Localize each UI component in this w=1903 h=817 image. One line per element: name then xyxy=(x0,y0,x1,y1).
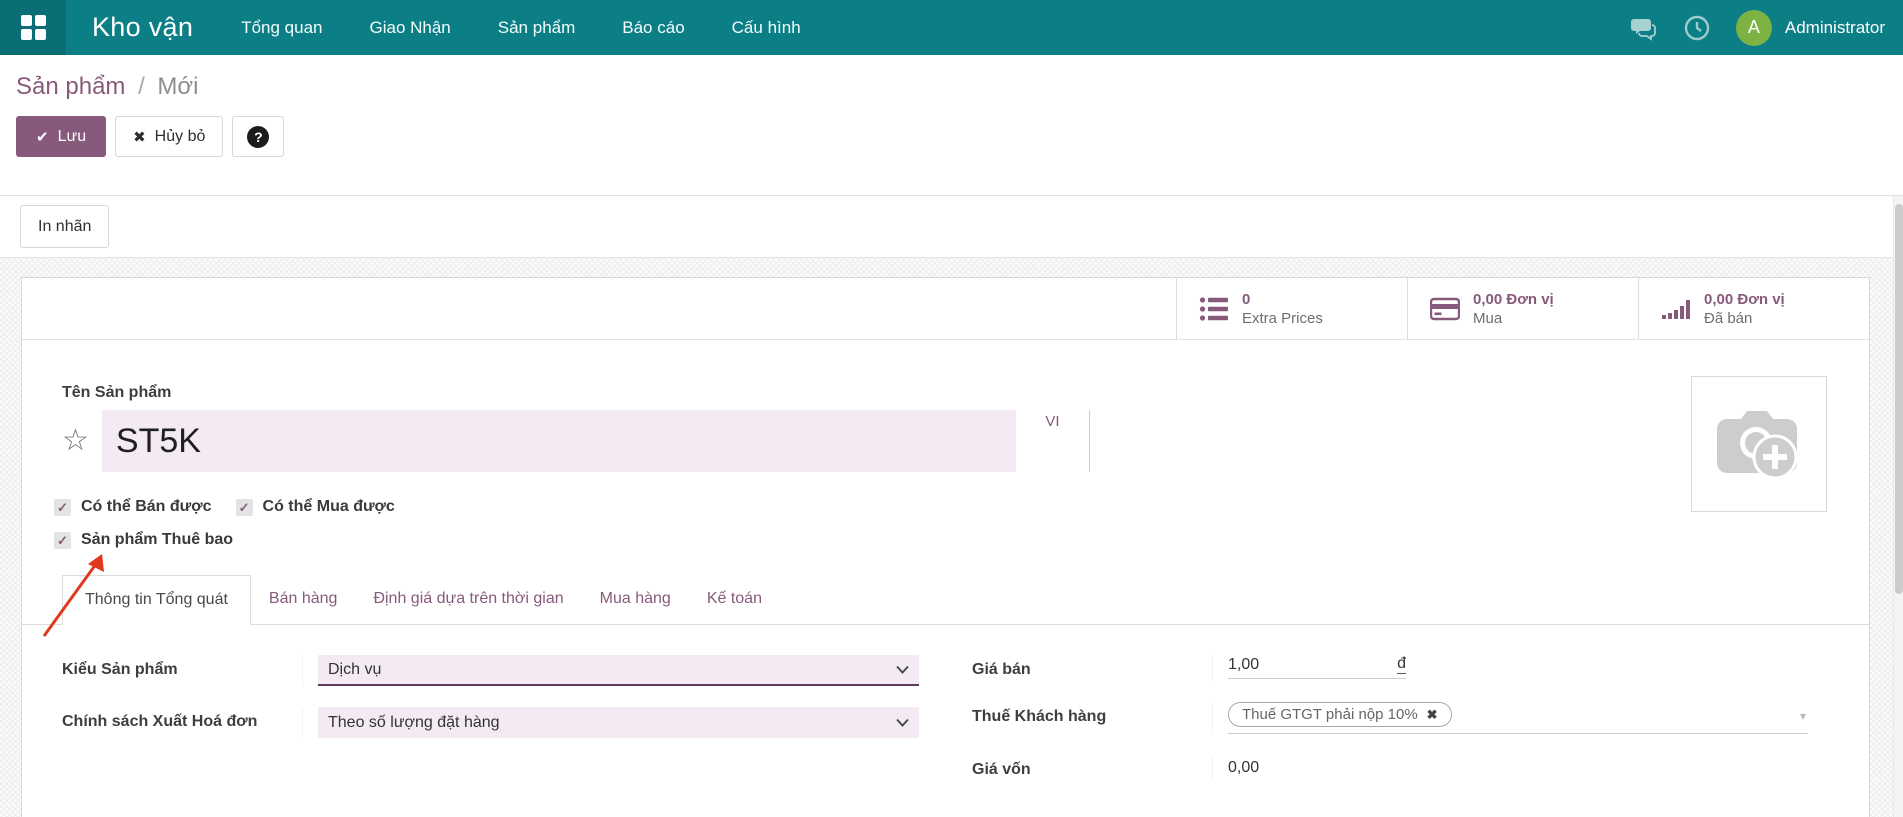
can-be-sold-label[interactable]: Có thể Bán được xyxy=(81,498,212,516)
tab-purchase[interactable]: Mua hàng xyxy=(582,575,689,624)
question-icon: ? xyxy=(247,126,269,148)
bar-chart-icon xyxy=(1661,295,1691,323)
help-button[interactable]: ? xyxy=(232,116,284,157)
discard-button-label: Hủy bỏ xyxy=(155,128,206,146)
invoicing-policy-select[interactable]: Theo số lượng đặt hàng xyxy=(318,707,919,738)
chevron-down-icon xyxy=(896,718,909,727)
credit-card-icon xyxy=(1430,295,1460,323)
print-label-button-label: In nhãn xyxy=(38,218,91,236)
tab-time-based-pricing[interactable]: Định giá dựa trên thời gian xyxy=(355,575,581,624)
invoicing-policy-value: Theo số lượng đặt hàng xyxy=(328,714,500,732)
checkmark-icon: ✓ xyxy=(57,501,68,514)
close-icon: ✖ xyxy=(133,128,146,146)
tax-tag: Thuế GTGT phải nộp 10% ✖ xyxy=(1228,702,1452,727)
discard-button[interactable]: ✖ Hủy bỏ xyxy=(115,116,223,157)
stat-label: Đã bán xyxy=(1704,309,1785,328)
dropdown-caret-icon[interactable]: ▾ xyxy=(1800,709,1806,723)
product-name-label: Tên Sản phẩm xyxy=(62,384,1829,402)
product-image-upload[interactable] xyxy=(1691,376,1827,512)
invoicing-policy-label: Chính sách Xuất Hoá đơn xyxy=(62,707,302,738)
messages-icon[interactable] xyxy=(1630,14,1658,42)
user-menu[interactable]: Administrator xyxy=(1785,18,1885,38)
product-options: ✓ Có thể Bán được ✓ Có thể Mua được ✓ Sả… xyxy=(54,498,1869,549)
app-name[interactable]: Kho vận xyxy=(92,12,193,43)
favorite-star-icon[interactable]: ☆ xyxy=(62,426,89,456)
breadcrumb-current: Mới xyxy=(157,73,198,100)
camera-plus-icon xyxy=(1713,405,1805,483)
can-be-sold-checkbox[interactable]: ✓ xyxy=(54,499,71,516)
product-type-value: Dịch vụ xyxy=(328,661,381,679)
form-sheet: 0 Extra Prices 0,00 Đơn vị Mua xyxy=(21,277,1870,817)
notebook-tabs: Thông tin Tổng quát Bán hàng Định giá dự… xyxy=(22,575,1869,625)
can-be-purchased-checkbox[interactable]: ✓ xyxy=(236,499,253,516)
top-navbar: Kho vận Tổng quan Giao Nhận Sản phẩm Báo… xyxy=(0,0,1903,55)
form-view-background: 0 Extra Prices 0,00 Đơn vị Mua xyxy=(0,258,1903,817)
check-icon: ✔ xyxy=(36,128,49,146)
chevron-down-icon xyxy=(896,665,909,674)
control-panel: Sản phẩm / Mới ✔ Lưu ✖ Hủy bỏ ? xyxy=(0,55,1903,196)
save-button-label: Lưu xyxy=(58,128,87,146)
sales-price-value: 1,00 xyxy=(1228,656,1259,674)
title-area: Tên Sản phẩm ☆ ST5K VI xyxy=(22,340,1869,472)
list-icon xyxy=(1199,295,1229,323)
cost-label: Giá vốn xyxy=(972,755,1212,781)
sales-price-input[interactable]: 1,00 đ xyxy=(1228,655,1406,679)
form-statusbar: In nhãn xyxy=(0,196,1903,258)
stat-value: 0 xyxy=(1242,290,1323,309)
user-avatar[interactable]: A xyxy=(1736,10,1772,46)
currency-symbol[interactable]: đ xyxy=(1397,655,1406,674)
stat-button-sold[interactable]: 0,00 Đơn vị Đã bán xyxy=(1638,278,1869,339)
navbar-right: A Administrator xyxy=(1630,10,1903,46)
language-badge[interactable]: VI xyxy=(1045,413,1059,430)
apps-grid-icon xyxy=(21,15,46,40)
print-label-button[interactable]: In nhãn xyxy=(20,205,109,248)
product-type-label: Kiểu Sản phẩm xyxy=(62,655,302,686)
left-field-group: Kiểu Sản phẩm Dịch vụ Chính sách Xuất Ho… xyxy=(62,655,919,802)
breadcrumb-products-link[interactable]: Sản phẩm xyxy=(16,73,125,100)
breadcrumb: Sản phẩm / Mới xyxy=(16,73,1887,101)
product-name-input[interactable]: ST5K xyxy=(102,410,1016,472)
tax-tag-label: Thuế GTGT phải nộp 10% xyxy=(1242,706,1418,723)
general-information-panel: Kiểu Sản phẩm Dịch vụ Chính sách Xuất Ho… xyxy=(22,625,1869,802)
stat-label: Extra Prices xyxy=(1242,309,1323,328)
customer-taxes-label: Thuế Khách hàng xyxy=(972,702,1212,734)
tab-sales[interactable]: Bán hàng xyxy=(251,575,356,624)
right-field-group: Giá bán 1,00 đ Thuế Khách hàng Thuế GTGT xyxy=(972,655,1829,802)
apps-menu-button[interactable] xyxy=(0,0,66,55)
checkmark-icon: ✓ xyxy=(57,534,68,547)
stat-value: 0,00 Đơn vị xyxy=(1473,290,1554,309)
stat-button-box: 0 Extra Prices 0,00 Đơn vị Mua xyxy=(22,278,1869,340)
scrollbar-thumb[interactable] xyxy=(1895,204,1903,594)
customer-taxes-input[interactable]: Thuế GTGT phải nộp 10% ✖ ▾ xyxy=(1228,702,1808,734)
menu-item-reports[interactable]: Báo cáo xyxy=(622,18,684,38)
menu-item-products[interactable]: Sản phẩm xyxy=(498,18,576,38)
menu-item-overview[interactable]: Tổng quan xyxy=(241,18,322,38)
stat-button-purchased[interactable]: 0,00 Đơn vị Mua xyxy=(1407,278,1638,339)
stat-value: 0,00 Đơn vị xyxy=(1704,290,1785,309)
tag-remove-icon[interactable]: ✖ xyxy=(1427,707,1438,723)
save-button[interactable]: ✔ Lưu xyxy=(16,116,106,157)
annotation-arrow xyxy=(30,546,120,641)
sales-price-label: Giá bán xyxy=(972,655,1212,681)
page-scrollbar[interactable] xyxy=(1893,196,1903,817)
cost-value[interactable]: 0,00 xyxy=(1228,755,1829,777)
can-be-purchased-label[interactable]: Có thể Mua được xyxy=(263,498,395,516)
clock-activities-icon[interactable] xyxy=(1683,14,1711,42)
tab-accounting[interactable]: Kế toán xyxy=(689,575,780,624)
product-type-select[interactable]: Dịch vụ xyxy=(318,655,919,686)
main-menu: Tổng quan Giao Nhận Sản phẩm Báo cáo Cấu… xyxy=(241,18,800,38)
breadcrumb-separator: / xyxy=(138,73,145,100)
stat-button-extra-prices[interactable]: 0 Extra Prices xyxy=(1176,278,1407,339)
control-panel-buttons: ✔ Lưu ✖ Hủy bỏ ? xyxy=(16,116,1887,157)
menu-item-settings[interactable]: Cấu hình xyxy=(732,18,801,38)
checkmark-icon: ✓ xyxy=(239,501,250,514)
menu-item-transfers[interactable]: Giao Nhận xyxy=(369,18,450,38)
stat-label: Mua xyxy=(1473,309,1554,328)
